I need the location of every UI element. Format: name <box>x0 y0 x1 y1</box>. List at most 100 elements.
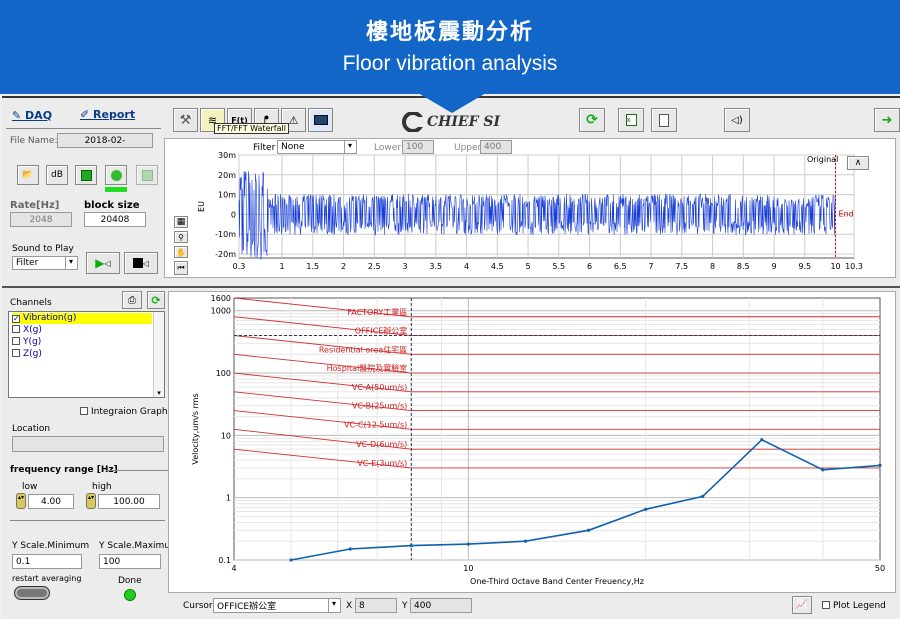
x-tick-label: 10 <box>830 262 840 271</box>
x-tick-label: 3 <box>403 262 408 271</box>
plot-legend-checkbox[interactable]: Plot Legend <box>822 601 886 611</box>
criterion-label: FACTORY工業區 <box>347 307 407 317</box>
print-button[interactable]: ⎙ <box>122 291 142 309</box>
data-point <box>409 544 413 548</box>
yscale-max-field[interactable]: 100 <box>99 554 161 569</box>
channel-item[interactable]: Z(g) <box>12 349 152 360</box>
x-tick-label: 6.5 <box>614 262 627 271</box>
zoom-button[interactable]: ▦ <box>174 216 188 228</box>
banner-title-zh: 樓地板震動分析 <box>365 20 534 45</box>
criterion-label: VC-E(3um/s) <box>357 459 407 468</box>
data-point <box>348 547 352 551</box>
channels-label: Channels <box>10 298 52 308</box>
data-point <box>586 528 591 532</box>
spreadsheet-icon: x <box>625 114 637 126</box>
channels-scrollbar[interactable]: ▾ <box>153 312 164 397</box>
x-tick-label: 2.5 <box>368 262 381 271</box>
exit-button[interactable]: ➜ <box>874 108 900 132</box>
criterion-label: Residential area住宅區 <box>319 344 407 354</box>
db-button[interactable]: dB <box>46 165 68 185</box>
open-folder-button[interactable]: 📂 <box>17 165 39 185</box>
tooltip: FFT/FFT Waterfall <box>214 123 289 134</box>
rate-field[interactable]: 2048 <box>10 212 72 227</box>
run-button[interactable] <box>105 165 127 185</box>
channel-label: Z(g) <box>23 349 42 359</box>
refresh-button[interactable]: ⟳ <box>579 108 605 132</box>
plot-options-button[interactable]: 📈 <box>792 596 812 614</box>
logo-mark-icon <box>402 112 424 132</box>
chevron-down-icon: ▾ <box>65 257 76 269</box>
stop-button[interactable]: ◁ <box>124 252 158 274</box>
low-stepper[interactable]: ▴▾ <box>16 493 26 509</box>
title-banner: 樓地板震動分析 Floor vibration analysis <box>0 0 900 94</box>
x-tick-label: 9 <box>772 262 777 271</box>
high-field[interactable]: 100.00 <box>98 494 160 509</box>
y-tick-label: 10 <box>221 431 231 440</box>
location-field[interactable] <box>12 436 164 452</box>
tab-daq[interactable]: ✎ DAQ <box>12 109 52 122</box>
save-button[interactable] <box>75 165 97 185</box>
channel-label: X(g) <box>23 325 42 335</box>
end-marker-label: End <box>839 209 854 218</box>
document-button[interactable] <box>651 108 677 132</box>
speaker-icon: ◁) <box>731 114 743 126</box>
criterion-label: VC-C(12.5um/s) <box>344 420 407 429</box>
yscale-min-field[interactable]: 0.1 <box>12 554 82 569</box>
data-point <box>760 438 764 442</box>
chevron-down-icon: ▾ <box>328 599 339 612</box>
high-label: high <box>92 482 112 492</box>
channel-item[interactable]: ✓ Vibration(g) <box>12 313 152 324</box>
hand-icon: ✋ <box>176 247 186 257</box>
document-icon <box>659 113 669 127</box>
y-tick-label: 1600 <box>211 294 231 303</box>
criterion-label: VC-A(50um/s) <box>352 383 407 392</box>
integration-graph-checkbox[interactable]: Integraion Graph <box>80 407 168 417</box>
channel-item[interactable]: Y(g) <box>12 337 152 348</box>
legend-plot-button[interactable]: ∧ <box>847 156 869 170</box>
tab-report[interactable]: ✐ Report <box>80 108 135 121</box>
x-tick-label: 10.3 <box>845 262 863 271</box>
cursor-select[interactable]: OFFICE辦公室 ▾ <box>213 598 341 613</box>
y-tick-label: 10m <box>218 191 236 200</box>
rewind-button[interactable]: ⏮ <box>174 261 188 275</box>
x-tick-label: 8 <box>710 262 715 271</box>
x-tick-label: 7.5 <box>675 262 688 271</box>
excel-button[interactable]: x <box>618 108 644 132</box>
y-axis-label: Velocity,um/s rms <box>191 393 200 464</box>
rate-label: Rate[Hz] <box>10 200 60 211</box>
checkbox-icon <box>80 407 88 415</box>
zoom-tool-button[interactable]: ⚲ <box>174 231 188 243</box>
restart-toggle[interactable] <box>14 586 50 600</box>
checkbox-icon: ✓ <box>12 314 20 323</box>
brand-logo: CHIEF SI <box>402 112 510 132</box>
printer-icon: ⎙ <box>128 294 136 306</box>
channels-list[interactable]: ✓ Vibration(g) X(g) Y(g) Z(g) ▾ <box>8 311 165 398</box>
chevron-down-icon: ▾ <box>157 389 161 397</box>
export-button[interactable] <box>136 165 158 185</box>
channels-refresh-button[interactable]: ⟳ <box>147 291 165 309</box>
yscale-min-label: Y Scale.Minimum <box>12 541 90 551</box>
refresh-icon: ⟳ <box>151 293 161 307</box>
cursor-x-field[interactable]: 8 <box>355 598 397 613</box>
octave-band-chart: 1600 1000 100 10 1 0.14 10 50 One-Third Octave B… <box>191 294 885 586</box>
scope-button[interactable] <box>308 108 333 132</box>
high-stepper[interactable]: ▴▾ <box>86 493 96 509</box>
block-size-label: block size <box>84 200 140 211</box>
pan-button[interactable]: ✋ <box>174 246 188 258</box>
block-size-field[interactable]: 20408 <box>84 212 146 227</box>
channel-item[interactable]: X(g) <box>12 325 152 336</box>
done-label: Done <box>118 576 142 586</box>
location-label: Location <box>12 424 51 434</box>
file-name-field[interactable]: 2018-02- <box>57 133 153 148</box>
low-field[interactable]: 4.00 <box>28 494 74 509</box>
channel-label: Y(g) <box>23 337 42 347</box>
play-button[interactable]: ▶ ◁ <box>86 252 120 274</box>
scope-icon <box>313 115 328 125</box>
x-tick-label: 1 <box>280 262 285 271</box>
cursor-y-field[interactable]: 400 <box>410 598 472 613</box>
sound-select[interactable]: Filter ▾ <box>12 256 78 270</box>
tools-button[interactable]: ⚒ <box>173 108 198 132</box>
line-icon: ∧ <box>854 158 862 168</box>
stop-icon <box>132 258 143 268</box>
speaker-button[interactable]: ◁) <box>724 108 750 132</box>
